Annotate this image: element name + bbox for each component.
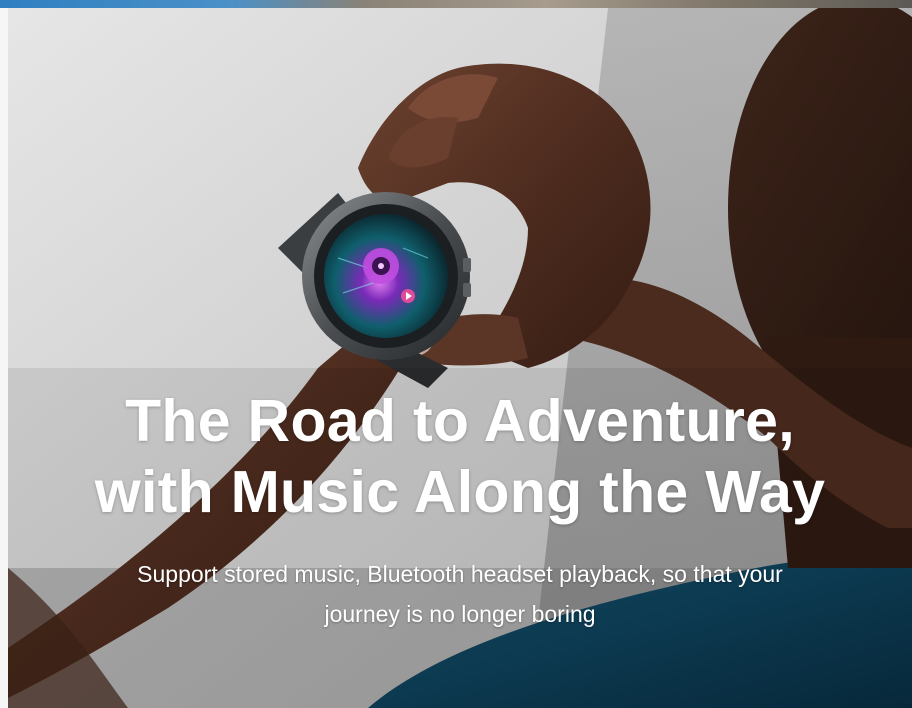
headline-line-1: The Road to Adventure,: [125, 388, 795, 454]
smartwatch-icon: [302, 192, 471, 360]
product-banner: The Road to Adventure, with Music Along …: [0, 0, 912, 708]
subline-line-2: journey is no longer boring: [324, 601, 596, 627]
subline-line-1: Support stored music, Bluetooth headset …: [137, 561, 783, 587]
headline: The Road to Adventure, with Music Along …: [8, 386, 912, 528]
music-disc-icon: [363, 248, 399, 284]
subline: Support stored music, Bluetooth headset …: [8, 554, 912, 634]
headline-line-2: with Music Along the Way: [94, 459, 826, 525]
play-icon: [401, 289, 415, 303]
top-photo-strip: [0, 0, 912, 8]
left-edge: [0, 8, 8, 708]
